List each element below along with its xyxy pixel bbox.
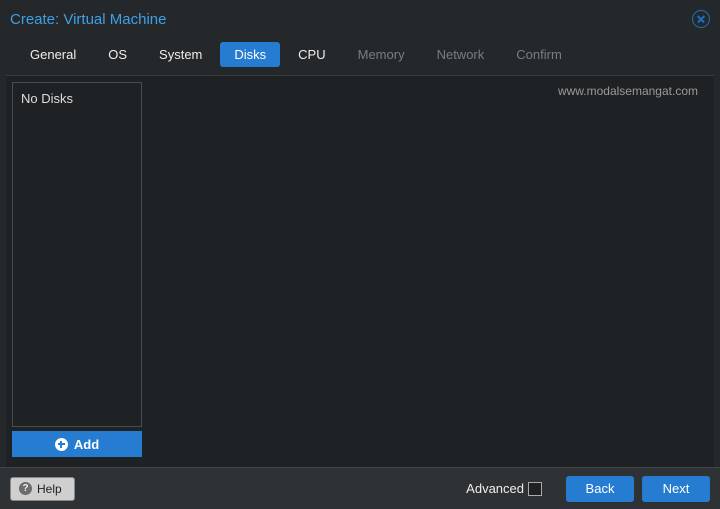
tab-os[interactable]: OS bbox=[94, 42, 141, 67]
help-icon: ? bbox=[19, 482, 32, 495]
back-button[interactable]: Back bbox=[566, 476, 634, 502]
add-disk-label: Add bbox=[74, 437, 99, 452]
help-button[interactable]: ? Help bbox=[10, 477, 75, 501]
tab-memory: Memory bbox=[344, 42, 419, 67]
tab-system[interactable]: System bbox=[145, 42, 216, 67]
tab-confirm: Confirm bbox=[502, 42, 576, 67]
tab-disks[interactable]: Disks bbox=[220, 42, 280, 67]
help-label: Help bbox=[37, 482, 62, 496]
advanced-label: Advanced bbox=[466, 481, 524, 496]
tab-network: Network bbox=[423, 42, 499, 67]
disk-list: No Disks bbox=[12, 82, 142, 427]
next-button[interactable]: Next bbox=[642, 476, 710, 502]
advanced-checkbox[interactable] bbox=[528, 482, 542, 496]
plus-icon bbox=[55, 438, 68, 451]
watermark: www.modalsemangat.com bbox=[558, 84, 698, 98]
content-area: www.modalsemangat.com No Disks Add bbox=[6, 75, 714, 467]
tab-general[interactable]: General bbox=[16, 42, 90, 67]
tab-cpu[interactable]: CPU bbox=[284, 42, 339, 67]
close-icon[interactable] bbox=[692, 10, 710, 28]
window-title: Create: Virtual Machine bbox=[10, 11, 166, 28]
add-disk-button[interactable]: Add bbox=[12, 431, 142, 457]
no-disks-message: No Disks bbox=[21, 91, 133, 106]
tab-strip: GeneralOSSystemDisksCPUMemoryNetworkConf… bbox=[0, 32, 720, 75]
